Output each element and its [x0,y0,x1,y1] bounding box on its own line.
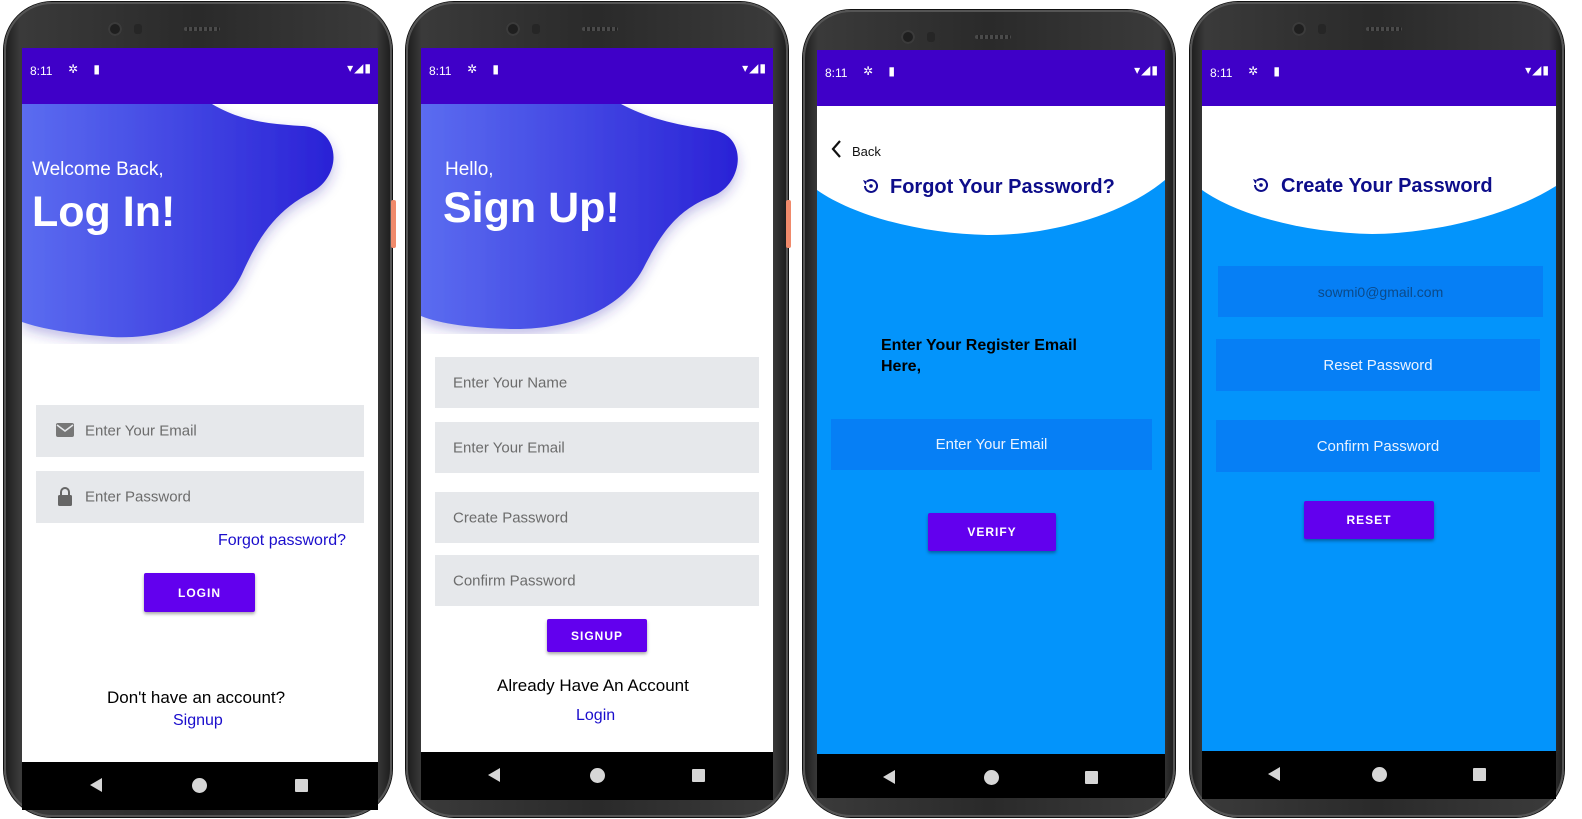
nav-recents-icon[interactable] [1085,771,1098,784]
create-password-placeholder: Create Password [453,509,569,526]
speaker-grille [1366,27,1402,31]
signup-title: Sign Up! [443,184,620,232]
navigation-bar [1202,751,1556,799]
back-chevron-icon[interactable] [831,140,841,158]
email-value: sowmi0@gmail.com [1317,283,1444,300]
camera-icon [901,30,915,44]
nav-recents-icon[interactable] [1473,768,1486,781]
phone-create-password: 8:11 ✲ ▮ ▾◢▮ Create Your Password sowmi0… [1190,2,1564,817]
navigation-bar [22,762,378,810]
nav-home-icon[interactable] [590,768,605,783]
nav-recents-icon[interactable] [692,769,705,782]
phone-signup: 8:11 ✲ ▮ ▾◢▮ Hello, Sign Up! Enter Your … [406,2,791,817]
email-placeholder: Enter Your Email [935,436,1048,453]
sensor-icon [1318,24,1326,34]
status-time: 8:11 [1210,66,1233,80]
forgot-password-title: Forgot Your Password? [890,176,1115,198]
status-time: 8:11 [825,66,848,80]
sensor-icon [532,24,540,34]
sensor-icon [927,32,935,42]
speaker-grille [975,35,1011,39]
no-account-text: Don't have an account? [107,688,286,707]
email-input[interactable]: Enter Your Email [831,419,1152,470]
password-placeholder: Enter Password [85,488,191,506]
welcome-text: Welcome Back, [32,159,164,180]
create-password-screen: 8:11 ✲ ▮ ▾◢▮ Create Your Password sowmi0… [1202,50,1556,799]
confirm-password-placeholder: Confirm Password [453,572,576,589]
instruction-line-2: Here, [881,358,922,375]
status-notification-icons: ✲ ▮ [863,64,901,78]
confirm-password-input[interactable]: Confirm Password [435,555,759,606]
status-time: 8:11 [429,64,452,78]
name-input[interactable]: Enter Your Name [435,357,759,408]
nav-back-icon[interactable] [1268,767,1280,781]
camera-icon [506,22,520,36]
email-input[interactable]: Enter Your Email [435,422,759,473]
status-bar: 8:11 ✲ ▮ ▾◢▮ [1202,50,1556,106]
header-curve [817,106,1165,236]
confirm-password-input[interactable]: Confirm Password [1216,420,1540,472]
sensor-icon [134,24,142,34]
forgot-password-screen: 8:11 ✲ ▮ ▾◢▮ Back Forgot Your Password? … [817,50,1165,798]
lock-icon [58,487,72,506]
status-system-icons: ▾◢▮ [1525,63,1550,77]
nav-recents-icon[interactable] [295,779,308,792]
reset-password-placeholder: Reset Password [1323,356,1433,374]
navigation-bar [421,752,773,800]
email-placeholder: Enter Your Email [85,422,197,440]
speaker-grille [582,27,618,31]
login-button[interactable]: LOGIN [144,573,255,612]
nav-home-icon[interactable] [984,770,999,785]
create-password-title: Create Your Password [1281,175,1493,197]
status-bar: 8:11 ✲ ▮ ▾◢▮ [22,48,378,104]
email-input[interactable]: sowmi0@gmail.com [1218,266,1543,317]
email-input[interactable]: Enter Your Email [36,405,364,457]
nav-home-icon[interactable] [1372,767,1387,782]
camera-icon [1292,22,1306,36]
back-label[interactable]: Back [852,144,881,159]
status-notification-icons: ✲ ▮ [467,62,505,76]
email-placeholder: Enter Your Email [453,439,565,456]
speaker-grille [184,27,220,31]
login-link[interactable]: Login [576,707,615,725]
nav-back-icon[interactable] [488,768,500,782]
status-system-icons: ▾◢▮ [742,61,767,75]
nav-back-icon[interactable] [883,770,895,784]
reset-password-input[interactable]: Reset Password [1216,339,1540,391]
signup-screen: 8:11 ✲ ▮ ▾◢▮ Hello, Sign Up! Enter Your … [421,48,773,800]
status-notification-icons: ✲ ▮ [1248,64,1286,78]
nav-back-icon[interactable] [90,778,102,792]
status-bar: 8:11 ✲ ▮ ▾◢▮ [817,50,1165,106]
status-notification-icons: ✲ ▮ [68,62,106,76]
instruction-line-1: Enter Your Register Email [881,337,1077,354]
status-system-icons: ▾◢▮ [1134,63,1159,77]
hello-text: Hello, [445,159,494,180]
signup-button[interactable]: SIGNUP [547,619,647,652]
status-bar: 8:11 ✲ ▮ ▾◢▮ [421,48,773,104]
navigation-bar [817,754,1165,798]
password-input[interactable]: Enter Password [36,471,364,523]
create-password-input[interactable]: Create Password [435,492,759,543]
side-button [391,200,396,248]
forgot-password-link[interactable]: Forgot password? [218,532,346,550]
name-placeholder: Enter Your Name [453,374,568,391]
envelope-icon [56,423,74,437]
phone-forgot-password: 8:11 ✲ ▮ ▾◢▮ Back Forgot Your Password? … [803,10,1175,817]
status-time: 8:11 [30,64,53,78]
camera-icon [108,22,122,36]
status-system-icons: ▾◢▮ [347,61,372,75]
restore-icon [1253,177,1268,192]
have-account-text: Already Have An Account [497,676,689,695]
reset-button[interactable]: RESET [1304,501,1434,539]
restore-icon [863,178,878,193]
login-title: Log In! [32,188,176,236]
phone-login: 8:11 ✲ ▮ ▾◢▮ Welcome Back, Log In! Enter… [4,2,396,817]
header-curve [1202,106,1556,234]
nav-home-icon[interactable] [192,778,207,793]
signup-link[interactable]: Signup [173,712,223,730]
login-screen: 8:11 ✲ ▮ ▾◢▮ Welcome Back, Log In! Enter… [22,48,378,810]
confirm-password-placeholder: Confirm Password [1316,437,1440,455]
verify-button[interactable]: VERIFY [928,513,1056,551]
side-button [786,200,791,248]
